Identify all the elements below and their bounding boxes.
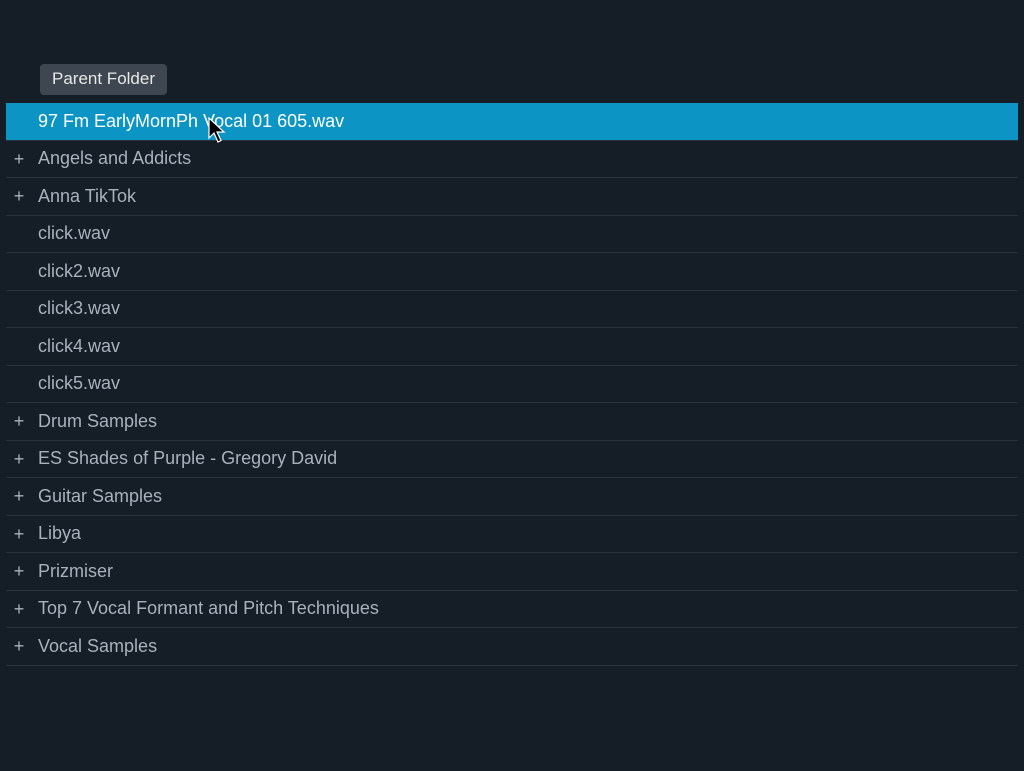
file-browser: Parent Folder + 97 Fm EarlyMornPh Vocal …: [0, 0, 1024, 666]
list-item[interactable]: + 97 Fm EarlyMornPh Vocal 01 605.wav: [6, 103, 1018, 141]
list-item[interactable]: + Prizmiser: [6, 553, 1018, 591]
file-label: Vocal Samples: [32, 636, 157, 657]
file-label: Libya: [32, 523, 81, 544]
file-label: Prizmiser: [32, 561, 113, 582]
list-item[interactable]: + click3.wav: [6, 291, 1018, 329]
expand-icon[interactable]: +: [6, 525, 32, 543]
list-item[interactable]: + Angels and Addicts: [6, 141, 1018, 179]
list-item[interactable]: + Anna TikTok: [6, 178, 1018, 216]
list-item[interactable]: + click5.wav: [6, 366, 1018, 404]
expand-icon[interactable]: +: [6, 487, 32, 505]
list-item[interactable]: + ES Shades of Purple - Gregory David: [6, 441, 1018, 479]
file-label: Guitar Samples: [32, 486, 162, 507]
file-list: + 97 Fm EarlyMornPh Vocal 01 605.wav + A…: [6, 103, 1018, 666]
expand-icon[interactable]: +: [6, 150, 32, 168]
expand-icon[interactable]: +: [6, 562, 32, 580]
expand-icon[interactable]: +: [6, 187, 32, 205]
file-label: Angels and Addicts: [32, 148, 191, 169]
file-label: 97 Fm EarlyMornPh Vocal 01 605.wav: [32, 111, 344, 132]
list-item[interactable]: + Vocal Samples: [6, 628, 1018, 666]
file-label: click4.wav: [32, 336, 120, 357]
file-label: ES Shades of Purple - Gregory David: [32, 448, 337, 469]
file-label: Top 7 Vocal Formant and Pitch Techniques: [32, 598, 379, 619]
file-label: click5.wav: [32, 373, 120, 394]
list-item[interactable]: + Drum Samples: [6, 403, 1018, 441]
list-item[interactable]: + click4.wav: [6, 328, 1018, 366]
expand-icon[interactable]: +: [6, 412, 32, 430]
parent-folder-button[interactable]: Parent Folder: [40, 64, 167, 95]
list-item[interactable]: + Guitar Samples: [6, 478, 1018, 516]
file-label: click2.wav: [32, 261, 120, 282]
file-label: Anna TikTok: [32, 186, 136, 207]
list-item[interactable]: + click2.wav: [6, 253, 1018, 291]
file-label: Drum Samples: [32, 411, 157, 432]
list-item[interactable]: + Top 7 Vocal Formant and Pitch Techniqu…: [6, 591, 1018, 629]
expand-icon[interactable]: +: [6, 600, 32, 618]
file-label: click.wav: [32, 223, 110, 244]
expand-icon[interactable]: +: [6, 450, 32, 468]
expand-icon[interactable]: +: [6, 637, 32, 655]
list-item[interactable]: + click.wav: [6, 216, 1018, 254]
list-item[interactable]: + Libya: [6, 516, 1018, 554]
file-label: click3.wav: [32, 298, 120, 319]
